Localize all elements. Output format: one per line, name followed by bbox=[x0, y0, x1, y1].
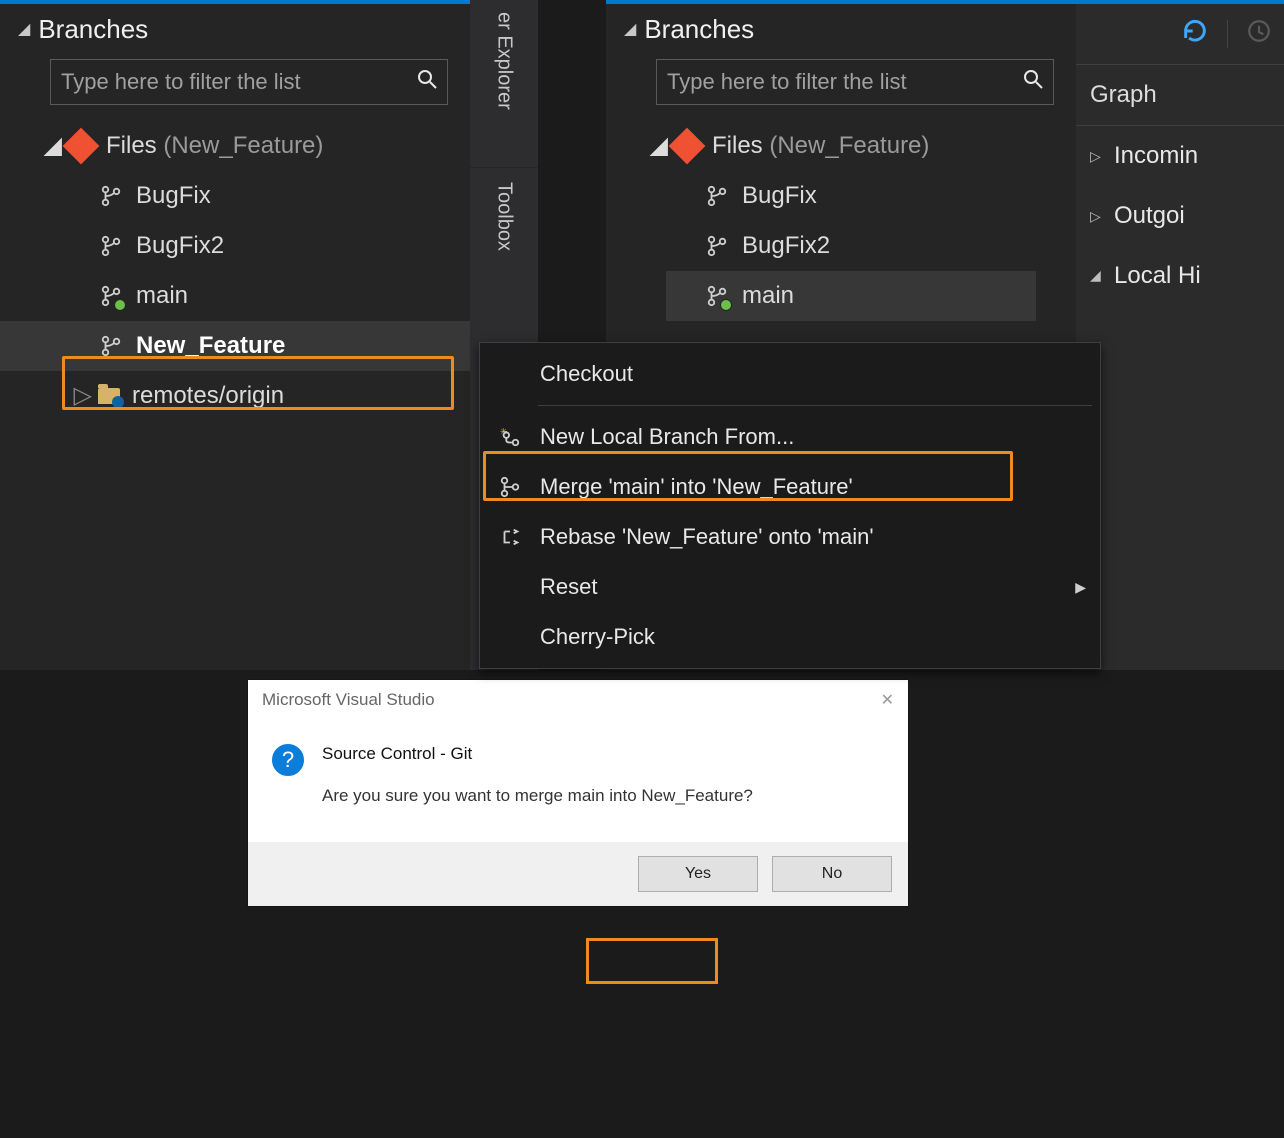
branch-item-hover[interactable]: main bbox=[666, 271, 1036, 321]
close-icon[interactable]: ✕ bbox=[881, 690, 894, 710]
branch-icon bbox=[98, 285, 124, 308]
search-icon[interactable] bbox=[417, 69, 437, 95]
branch-item-current[interactable]: New_Feature bbox=[0, 321, 470, 371]
refresh-icon[interactable] bbox=[1181, 17, 1209, 52]
branch-tree: ◢ Files (New_Feature) BugFix BugFix2 mai… bbox=[0, 115, 470, 421]
dialog-title: Microsoft Visual Studio bbox=[262, 690, 435, 710]
branch-label: BugFix2 bbox=[130, 232, 224, 260]
branch-label: BugFix bbox=[130, 182, 211, 210]
tab-toolbox[interactable]: Toolbox bbox=[493, 182, 516, 251]
menu-label: Cherry-Pick bbox=[540, 624, 1100, 650]
local-history-section[interactable]: ◢ Local Hi bbox=[1076, 246, 1284, 306]
branch-label: main bbox=[130, 282, 188, 310]
expand-icon: ▷ bbox=[74, 381, 92, 410]
menu-merge[interactable]: Merge 'main' into 'New_Feature' bbox=[480, 462, 1100, 512]
repo-name: Files bbox=[712, 132, 763, 159]
confirm-dialog: Microsoft Visual Studio ✕ ? Source Contr… bbox=[248, 680, 908, 906]
merge-icon bbox=[480, 476, 540, 498]
graph-header[interactable]: Graph bbox=[1076, 65, 1284, 125]
git-icon bbox=[669, 128, 706, 165]
menu-new-local-branch[interactable]: ✳ New Local Branch From... bbox=[480, 412, 1100, 462]
branch-icon bbox=[704, 285, 730, 308]
graph-panel: Graph ▷ Incomin ▷ Outgoi ◢ Local Hi bbox=[1076, 0, 1284, 670]
branch-item[interactable]: BugFix2 bbox=[0, 221, 470, 271]
tab-server-explorer[interactable]: er Explorer bbox=[493, 12, 516, 110]
branch-label: BugFix bbox=[736, 182, 817, 210]
incoming-label: Incomin bbox=[1114, 142, 1198, 170]
collapse-icon: ◢ bbox=[18, 19, 30, 39]
outgoing-label: Outgoi bbox=[1114, 202, 1185, 230]
collapse-icon: ◢ bbox=[1090, 267, 1106, 284]
repo-row[interactable]: ◢ Files (New_Feature) bbox=[606, 121, 1076, 171]
local-history-label: Local Hi bbox=[1114, 262, 1201, 290]
menu-label: Merge 'main' into 'New_Feature' bbox=[540, 474, 1100, 500]
branch-item[interactable]: BugFix bbox=[606, 171, 1076, 221]
filter-input[interactable] bbox=[61, 69, 409, 95]
panel-title: Branches bbox=[38, 14, 148, 45]
branches-panel-left: ◢ Branches ◢ Files (New_Feature) BugFix bbox=[0, 0, 470, 670]
collapse-icon: ◢ bbox=[624, 19, 636, 39]
question-icon: ? bbox=[272, 744, 304, 776]
git-icon bbox=[63, 128, 100, 165]
highlight-annotation bbox=[586, 938, 718, 984]
branch-label: main bbox=[736, 282, 794, 310]
yes-button[interactable]: Yes bbox=[638, 856, 758, 892]
menu-reset[interactable]: Reset▶ bbox=[480, 562, 1100, 612]
filter-box[interactable] bbox=[656, 59, 1054, 105]
dialog-header: Source Control - Git bbox=[322, 744, 753, 764]
repo-row[interactable]: ◢ Files (New_Feature) bbox=[0, 121, 470, 171]
remotes-row[interactable]: ▷ remotes/origin bbox=[0, 371, 470, 421]
branch-item[interactable]: main bbox=[0, 271, 470, 321]
expand-icon: ▷ bbox=[1090, 148, 1106, 165]
no-button[interactable]: No bbox=[772, 856, 892, 892]
collapse-icon: ◢ bbox=[44, 131, 62, 160]
filter-box[interactable] bbox=[50, 59, 448, 105]
outgoing-section[interactable]: ▷ Outgoi bbox=[1076, 186, 1284, 246]
submenu-arrow-icon: ▶ bbox=[1075, 579, 1100, 596]
branch-icon bbox=[98, 235, 124, 258]
incoming-section[interactable]: ▷ Incomin bbox=[1076, 126, 1284, 186]
branch-icon bbox=[98, 185, 124, 208]
search-icon[interactable] bbox=[1023, 69, 1043, 95]
new-branch-icon: ✳ bbox=[480, 426, 540, 448]
panel-header[interactable]: ◢ Branches bbox=[0, 4, 470, 59]
repo-branch-suffix: (New_Feature) bbox=[769, 132, 929, 159]
branch-item[interactable]: BugFix2 bbox=[606, 221, 1076, 271]
folder-icon bbox=[98, 388, 120, 404]
menu-rebase[interactable]: Rebase 'New_Feature' onto 'main' bbox=[480, 512, 1100, 562]
menu-cherry-pick[interactable]: Cherry-Pick bbox=[480, 612, 1100, 662]
fetch-icon[interactable] bbox=[1246, 18, 1272, 50]
repo-name: Files bbox=[106, 132, 157, 159]
rebase-icon bbox=[480, 526, 540, 548]
panel-header[interactable]: ◢ Branches bbox=[606, 4, 1076, 59]
branch-tree: ◢ Files (New_Feature) BugFix BugFix2 mai… bbox=[606, 115, 1076, 321]
menu-label: Checkout bbox=[540, 361, 1100, 387]
branch-icon bbox=[98, 335, 124, 358]
branch-label: BugFix2 bbox=[736, 232, 830, 260]
menu-checkout[interactable]: Checkout bbox=[480, 349, 1100, 399]
branch-item[interactable]: BugFix bbox=[0, 171, 470, 221]
branch-context-menu: Checkout ✳ New Local Branch From... Merg… bbox=[479, 342, 1101, 669]
branch-label: New_Feature bbox=[130, 332, 285, 360]
filter-input[interactable] bbox=[667, 69, 1015, 95]
menu-label: Rebase 'New_Feature' onto 'main' bbox=[540, 524, 1100, 550]
expand-icon: ▷ bbox=[1090, 208, 1106, 225]
remotes-label: remotes/origin bbox=[126, 382, 284, 410]
menu-label: Reset bbox=[540, 574, 1075, 600]
menu-label: New Local Branch From... bbox=[540, 424, 1100, 450]
panel-title: Branches bbox=[644, 14, 754, 45]
branch-icon bbox=[704, 235, 730, 258]
dialog-message: Are you sure you want to merge main into… bbox=[322, 786, 753, 806]
branch-icon bbox=[704, 185, 730, 208]
collapse-icon: ◢ bbox=[650, 131, 668, 160]
repo-branch-suffix: (New_Feature) bbox=[163, 132, 323, 159]
